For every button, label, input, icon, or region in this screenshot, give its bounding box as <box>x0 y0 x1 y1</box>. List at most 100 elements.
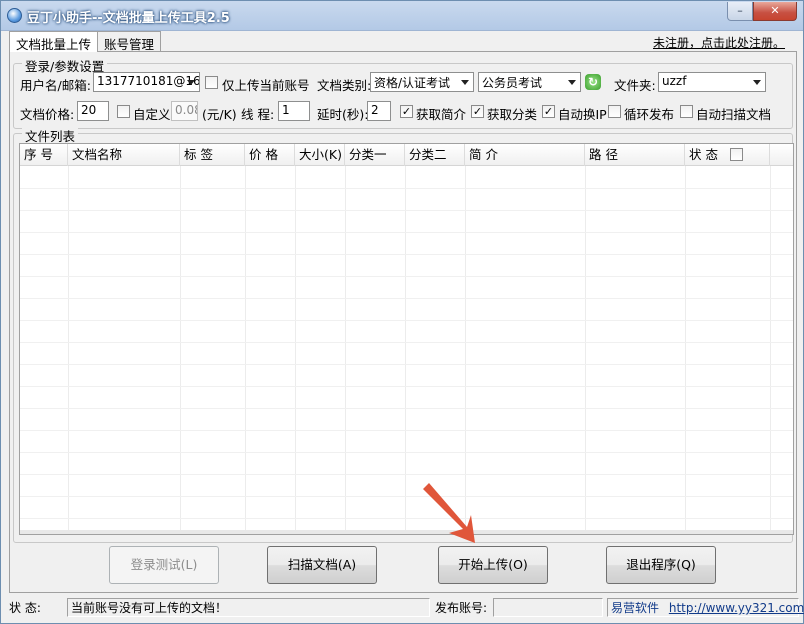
publish-account-label: 发布账号: <box>435 601 488 615</box>
file-table[interactable]: 序 号 文档名称 标 签 价 格 大小(K) 分类一 分类二 简 介 路 径 状… <box>19 143 794 535</box>
title-bar[interactable]: 豆丁小助手--文档批量上传工具2.5 – ✕ <box>1 1 803 31</box>
table-column-line <box>180 166 181 534</box>
col-doc-name[interactable]: 文档名称 <box>68 144 180 166</box>
table-row-line <box>20 188 793 189</box>
table-row-line <box>20 518 793 519</box>
table-column-line <box>685 166 686 534</box>
username-combo[interactable]: 1317710181@16. <box>93 72 200 92</box>
col-intro[interactable]: 简 介 <box>465 144 585 166</box>
custom-price-input[interactable]: 0.08 <box>171 101 198 121</box>
custom-price-checkbox[interactable] <box>117 105 130 118</box>
unit-label: (元/K) <box>202 107 237 122</box>
table-row-line <box>20 298 793 299</box>
table-column-line <box>68 166 69 534</box>
fetch-intro-label: 获取简介 <box>416 107 467 122</box>
col-category-2[interactable]: 分类二 <box>405 144 465 166</box>
doc-type-value: 资格/认证考试 <box>374 76 451 90</box>
chevron-down-icon <box>568 80 576 85</box>
table-column-line <box>345 166 346 534</box>
vendor-info: 易营软件 http://www.yy321.com <box>607 598 804 617</box>
horizontal-scrollbar[interactable] <box>20 530 793 534</box>
table-row-line <box>20 496 793 497</box>
start-upload-button[interactable]: 开始上传(O) <box>438 546 548 584</box>
folder-value: uzzf <box>662 74 687 88</box>
col-tags[interactable]: 标 签 <box>180 144 245 166</box>
only-current-checkbox[interactable] <box>205 76 218 89</box>
table-column-line <box>465 166 466 534</box>
username-label: 用户名/邮箱: <box>20 78 91 93</box>
auto-scan-checkbox[interactable] <box>680 105 693 118</box>
price-label: 文档价格: <box>20 107 75 122</box>
doc-type-label: 文档类别: <box>317 78 372 93</box>
table-column-line <box>245 166 246 534</box>
app-icon <box>7 8 22 23</box>
loop-publish-label: 循环发布 <box>624 107 675 122</box>
vendor-name: 易营软件 <box>611 601 660 615</box>
folder-label: 文件夹: <box>614 78 656 93</box>
status-message: 当前账号没有可上传的文档！ <box>67 598 430 617</box>
col-path[interactable]: 路 径 <box>585 144 685 166</box>
tab-bar: 文档批量上传 账号管理 <box>9 31 162 52</box>
auto-ip-label: 自动换IP <box>558 107 607 122</box>
select-all-checkbox[interactable] <box>730 148 743 161</box>
publish-account-value <box>493 598 603 617</box>
vendor-url[interactable]: http://www.yy321.com <box>669 601 804 615</box>
scan-docs-button[interactable]: 扫描文档(A) <box>267 546 377 584</box>
window-controls: – ✕ <box>727 2 797 21</box>
status-bar: 状 态: 当前账号没有可上传的文档！ 发布账号: 易营软件 http://www… <box>1 595 804 623</box>
status-label: 状 态: <box>9 601 41 615</box>
delay-input[interactable]: 2 <box>367 101 391 121</box>
table-column-line <box>770 166 771 534</box>
col-category-1[interactable]: 分类一 <box>345 144 405 166</box>
delay-label: 延时(秒): <box>317 107 369 122</box>
col-index[interactable]: 序 号 <box>20 144 68 166</box>
fetch-intro-checkbox[interactable]: ✓ <box>400 105 413 118</box>
col-price[interactable]: 价 格 <box>245 144 295 166</box>
custom-label: 自定义 <box>133 107 171 122</box>
refresh-icon[interactable]: ↻ <box>585 74 601 90</box>
auto-scan-label: 自动扫描文档 <box>696 107 772 122</box>
col-size[interactable]: 大小(K) <box>295 144 345 166</box>
main-window: 豆丁小助手--文档批量上传工具2.5 – ✕ 文档批量上传 账号管理 未注册，点… <box>0 0 804 624</box>
window-title: 豆丁小助手--文档批量上传工具2.5 <box>27 11 230 26</box>
table-column-line <box>405 166 406 534</box>
chevron-down-icon <box>187 80 195 85</box>
table-row-line <box>20 364 793 365</box>
table-row-line <box>20 408 793 409</box>
table-column-line <box>295 166 296 534</box>
only-current-label: 仅上传当前账号 <box>222 78 310 93</box>
doc-subtype-value: 公务员考试 <box>482 76 543 90</box>
minimize-button[interactable]: – <box>727 2 753 21</box>
login-test-button[interactable]: 登录测试(L) <box>109 546 219 584</box>
close-button[interactable]: ✕ <box>753 2 797 21</box>
chevron-down-icon <box>753 80 761 85</box>
threads-label: 线 程: <box>241 107 275 122</box>
table-row-line <box>20 210 793 211</box>
table-row-line <box>20 232 793 233</box>
loop-publish-checkbox[interactable] <box>608 105 621 118</box>
fetch-category-label: 获取分类 <box>487 107 538 122</box>
col-status[interactable]: 状 态 <box>685 144 770 166</box>
table-row-line <box>20 386 793 387</box>
username-value: 1317710181@16. <box>97 74 200 88</box>
file-table-header: 序 号 文档名称 标 签 价 格 大小(K) 分类一 分类二 简 介 路 径 状… <box>20 144 793 166</box>
doc-subtype-combo[interactable]: 公务员考试 <box>478 72 581 92</box>
pointer-arrow-icon <box>423 483 475 543</box>
chevron-down-icon <box>461 80 469 85</box>
table-row-line <box>20 474 793 475</box>
price-input[interactable]: 20 <box>77 101 109 121</box>
auto-ip-checkbox[interactable]: ✓ <box>542 105 555 118</box>
table-row-line <box>20 276 793 277</box>
fetch-category-checkbox[interactable]: ✓ <box>471 105 484 118</box>
table-row-line <box>20 430 793 431</box>
table-column-line <box>585 166 586 534</box>
folder-combo[interactable]: uzzf <box>658 72 766 92</box>
tab-account-management[interactable]: 账号管理 <box>97 31 162 52</box>
table-row-line <box>20 452 793 453</box>
threads-input[interactable]: 1 <box>278 101 310 121</box>
doc-type-combo[interactable]: 资格/认证考试 <box>370 72 474 92</box>
tab-batch-upload[interactable]: 文档批量上传 <box>9 31 99 52</box>
exit-button[interactable]: 退出程序(Q) <box>606 546 716 584</box>
table-row-line <box>20 342 793 343</box>
register-link[interactable]: 未注册，点击此处注册。 <box>653 34 785 51</box>
